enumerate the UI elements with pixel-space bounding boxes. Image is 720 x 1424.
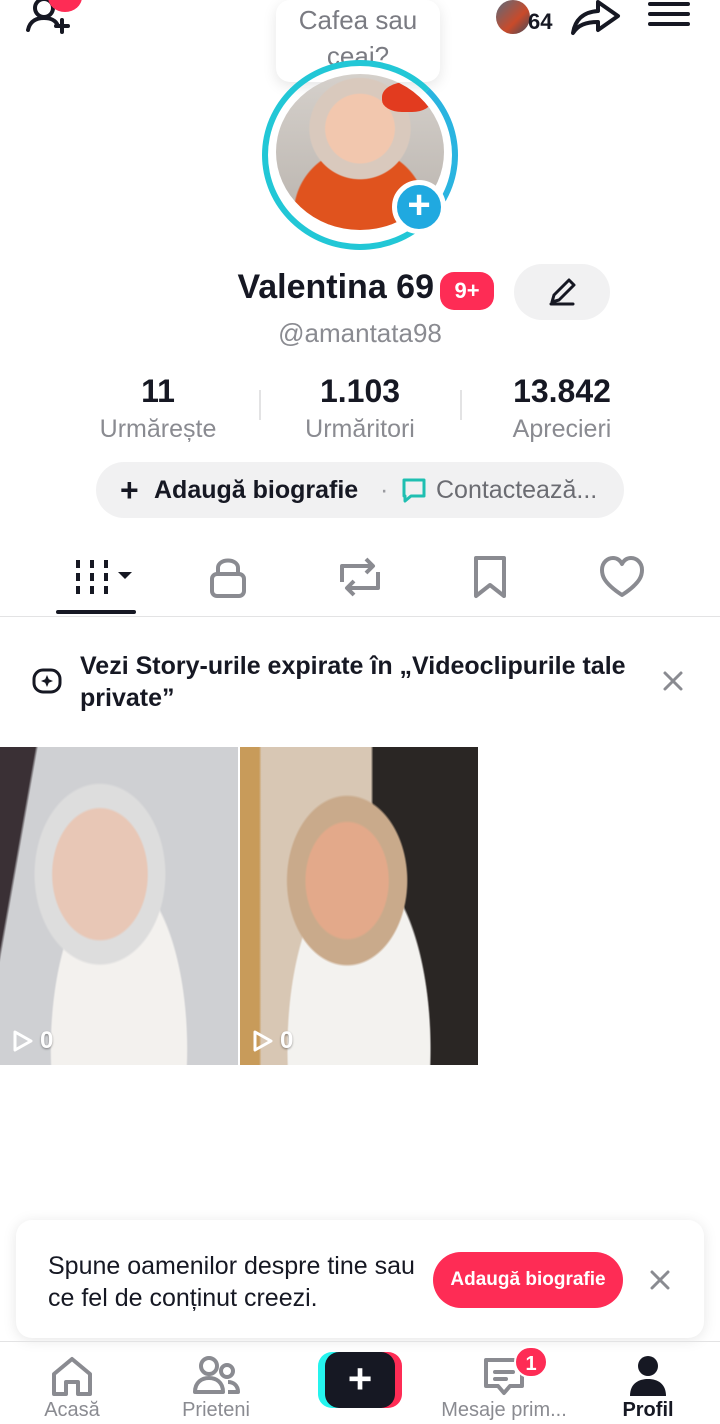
avatar-hat bbox=[382, 82, 432, 112]
pencil-icon bbox=[549, 278, 576, 306]
view-count: 0 bbox=[280, 1027, 294, 1054]
contact-link[interactable]: Contactează... bbox=[436, 462, 597, 518]
heart-icon bbox=[600, 556, 644, 597]
create-button[interactable]: + bbox=[318, 1352, 402, 1408]
play-icon bbox=[13, 1030, 33, 1052]
nav-divider bbox=[0, 1341, 720, 1342]
followers-count: 1.103 bbox=[319, 373, 401, 409]
likes-count: 13.842 bbox=[513, 373, 611, 409]
view-count: 0 bbox=[40, 1027, 54, 1054]
nav-home-label: Acasă bbox=[44, 1399, 100, 1421]
nav-home[interactable]: Acasă bbox=[0, 1350, 144, 1424]
friends-icon bbox=[193, 1356, 240, 1394]
menu-button[interactable] bbox=[648, 0, 690, 30]
username: @amantata98 bbox=[278, 318, 442, 348]
tab-liked[interactable] bbox=[582, 552, 662, 602]
video-thumbnail[interactable]: 0 bbox=[240, 747, 478, 1065]
likes-label: Aprecieri bbox=[512, 415, 612, 443]
tab-favorites[interactable] bbox=[450, 552, 530, 602]
following-count: 11 bbox=[141, 373, 175, 409]
tab-videos[interactable] bbox=[58, 552, 138, 602]
add-friend-button[interactable] bbox=[26, 0, 82, 40]
create-plus-icon: + bbox=[325, 1352, 395, 1408]
nav-friends-label: Prieteni bbox=[182, 1399, 250, 1421]
name-badge[interactable]: 9+ bbox=[440, 272, 494, 310]
share-icon bbox=[571, 0, 620, 35]
hamburger-icon bbox=[648, 2, 690, 26]
play-icon bbox=[253, 1030, 273, 1052]
lock-icon bbox=[210, 558, 246, 598]
nav-profile[interactable]: Profil bbox=[576, 1350, 720, 1424]
plus-icon: + bbox=[120, 472, 139, 508]
add-bio-link[interactable]: Adaugă biografie bbox=[154, 462, 358, 518]
profile-icon bbox=[630, 1356, 666, 1396]
tab-private[interactable] bbox=[188, 552, 268, 602]
bio-actions-pill: + Adaugă biografie · Contactează... bbox=[96, 462, 624, 518]
play-count: 0 bbox=[252, 1027, 293, 1055]
nav-inbox[interactable]: Mesaje prim... bbox=[432, 1350, 576, 1424]
visitor-count: 64 bbox=[528, 9, 553, 34]
following-label: Urmărește bbox=[99, 415, 217, 443]
nav-profile-label: Profil bbox=[622, 1399, 674, 1421]
close-icon[interactable] bbox=[660, 668, 686, 694]
repost-icon bbox=[340, 557, 380, 597]
add-story-button[interactable]: + bbox=[392, 180, 446, 234]
videos-grid-icon bbox=[76, 560, 132, 594]
bookmark-icon bbox=[474, 556, 506, 598]
tab-reposts[interactable] bbox=[320, 552, 400, 602]
stat-followers[interactable]: 1.103 Urmăritori bbox=[260, 372, 460, 446]
chat-icon bbox=[402, 478, 426, 503]
display-name: Valentina 69 bbox=[237, 268, 434, 306]
visitor-avatar bbox=[496, 0, 530, 34]
stat-following[interactable]: 11 Urmărește bbox=[58, 372, 258, 446]
play-count: 0 bbox=[12, 1027, 53, 1055]
active-tab-indicator bbox=[56, 610, 136, 614]
inbox-badge: 1 bbox=[514, 1346, 548, 1378]
stat-likes[interactable]: 13.842 Aprecieri bbox=[462, 372, 662, 446]
nav-inbox-label: Mesaje prim... bbox=[441, 1399, 567, 1421]
bio-prompt-text: Spune oamenilor despre tine sau ce fel d… bbox=[48, 1252, 415, 1312]
story-banner-text[interactable]: Vezi Story-urile expirate în „Videoclipu… bbox=[80, 650, 640, 714]
share-button[interactable] bbox=[570, 0, 622, 36]
separator-dot: · bbox=[380, 476, 389, 504]
bio-prompt-card: Spune oamenilor despre tine sau ce fel d… bbox=[16, 1220, 704, 1338]
close-icon[interactable] bbox=[648, 1268, 672, 1292]
home-icon bbox=[52, 1357, 92, 1396]
profile-visitors[interactable]: 64 bbox=[496, 0, 566, 36]
plus-icon: + bbox=[407, 183, 431, 227]
tabs-divider bbox=[0, 616, 720, 617]
add-bio-button[interactable]: Adaugă biografie bbox=[433, 1252, 623, 1308]
edit-profile-button[interactable] bbox=[514, 264, 610, 320]
video-thumbnail[interactable]: 0 bbox=[0, 747, 238, 1065]
nav-friends[interactable]: Prieteni bbox=[144, 1350, 288, 1424]
followers-label: Urmăritori bbox=[305, 415, 415, 443]
story-icon bbox=[32, 668, 62, 694]
